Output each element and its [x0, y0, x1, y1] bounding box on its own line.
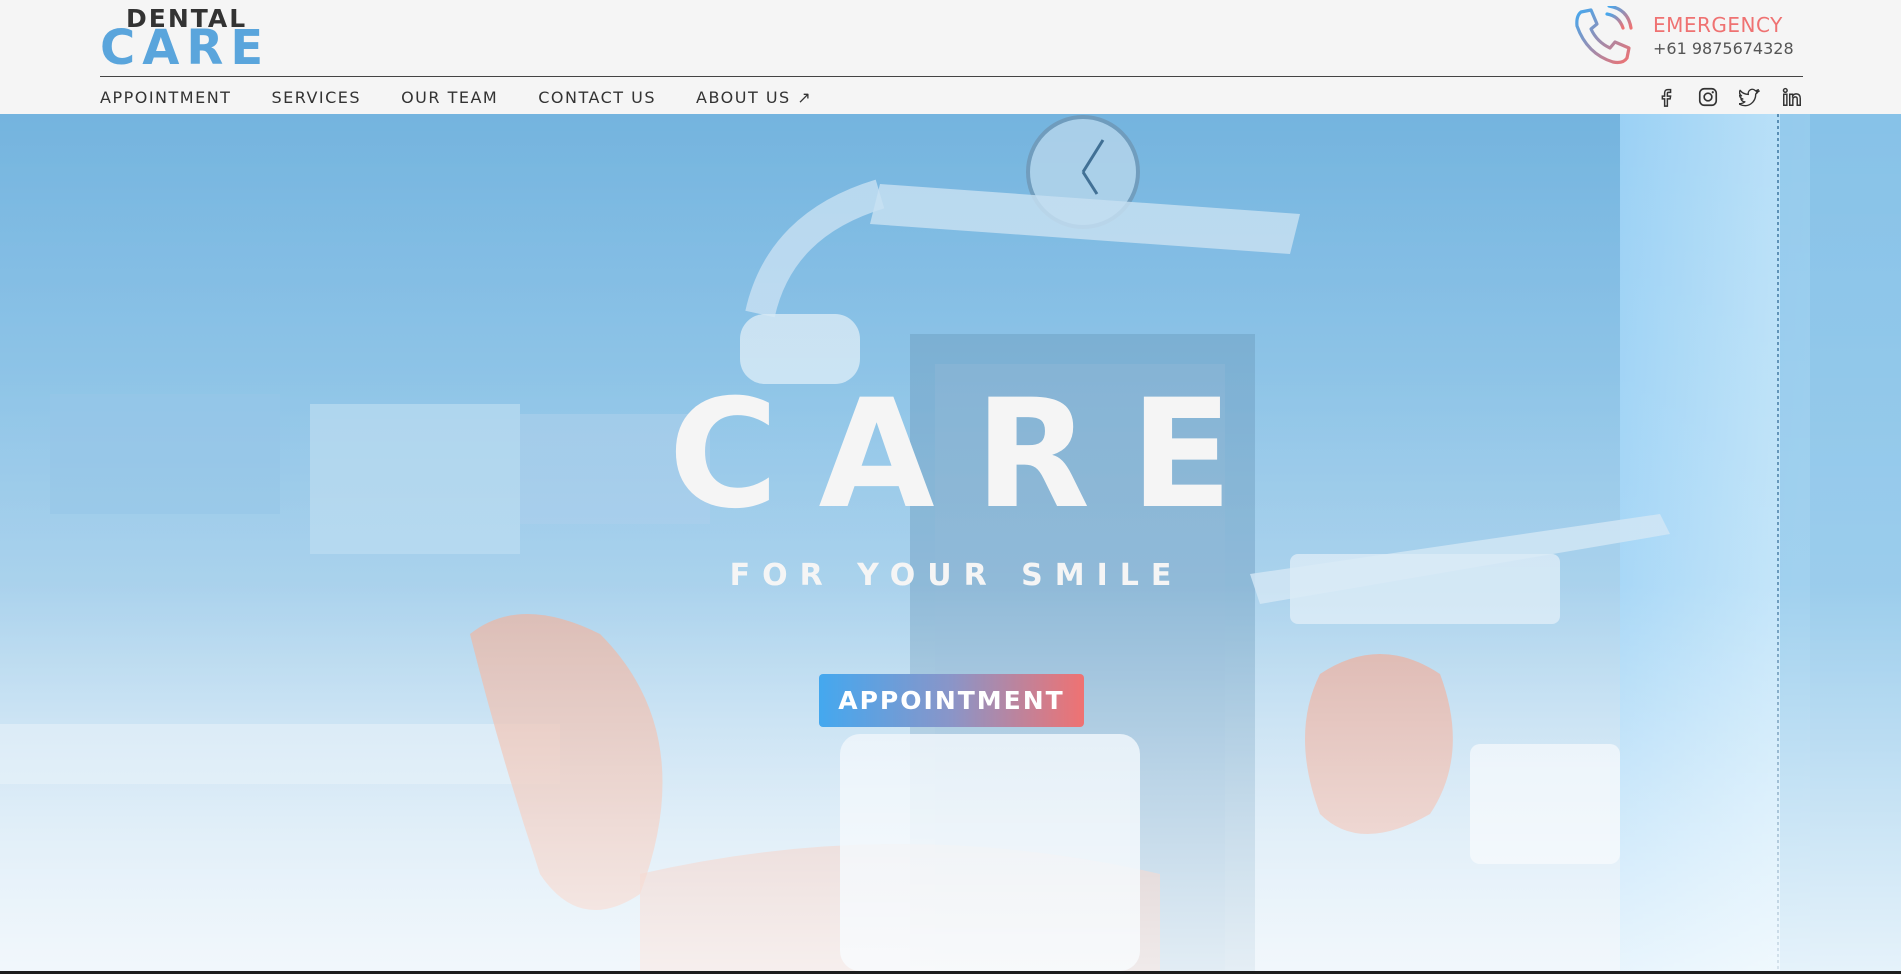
- hero-title: CARE: [668, 368, 1273, 542]
- header-divider: [100, 76, 1803, 77]
- appointment-button[interactable]: APPOINTMENT: [819, 674, 1084, 727]
- emergency-title: EMERGENCY: [1653, 13, 1783, 37]
- social-links: [1655, 84, 1803, 110]
- emergency-phone-number[interactable]: +61 9875674328: [1653, 39, 1794, 58]
- logo-bottom-text: CARE: [100, 20, 271, 76]
- site-header: DENTAL CARE EMERGENCY +61 9875674328 APP…: [0, 0, 1901, 114]
- nav-services[interactable]: SERVICES: [271, 88, 361, 107]
- twitter-icon[interactable]: [1739, 86, 1761, 108]
- hero-subtitle: FOR YOUR SMILE: [729, 558, 1184, 593]
- nav-appointment[interactable]: APPOINTMENT: [100, 88, 231, 107]
- linkedin-icon[interactable]: [1781, 86, 1803, 108]
- facebook-icon[interactable]: [1655, 86, 1677, 108]
- nav-our-team[interactable]: OUR TEAM: [401, 88, 498, 107]
- phone-icon: [1575, 6, 1633, 65]
- logo[interactable]: DENTAL CARE: [100, 4, 275, 72]
- emergency-contact[interactable]: EMERGENCY +61 9875674328: [1573, 6, 1803, 66]
- hero-section: CARE FOR YOUR SMILE APPOINTMENT: [0, 114, 1901, 971]
- nav-about-us[interactable]: ABOUT US ↗: [696, 88, 812, 107]
- nav-contact-us[interactable]: CONTACT US: [538, 88, 656, 107]
- hero-background-photo: [0, 114, 1901, 971]
- instagram-icon[interactable]: [1697, 86, 1719, 108]
- main-nav: APPOINTMENT SERVICES OUR TEAM CONTACT US…: [100, 84, 812, 110]
